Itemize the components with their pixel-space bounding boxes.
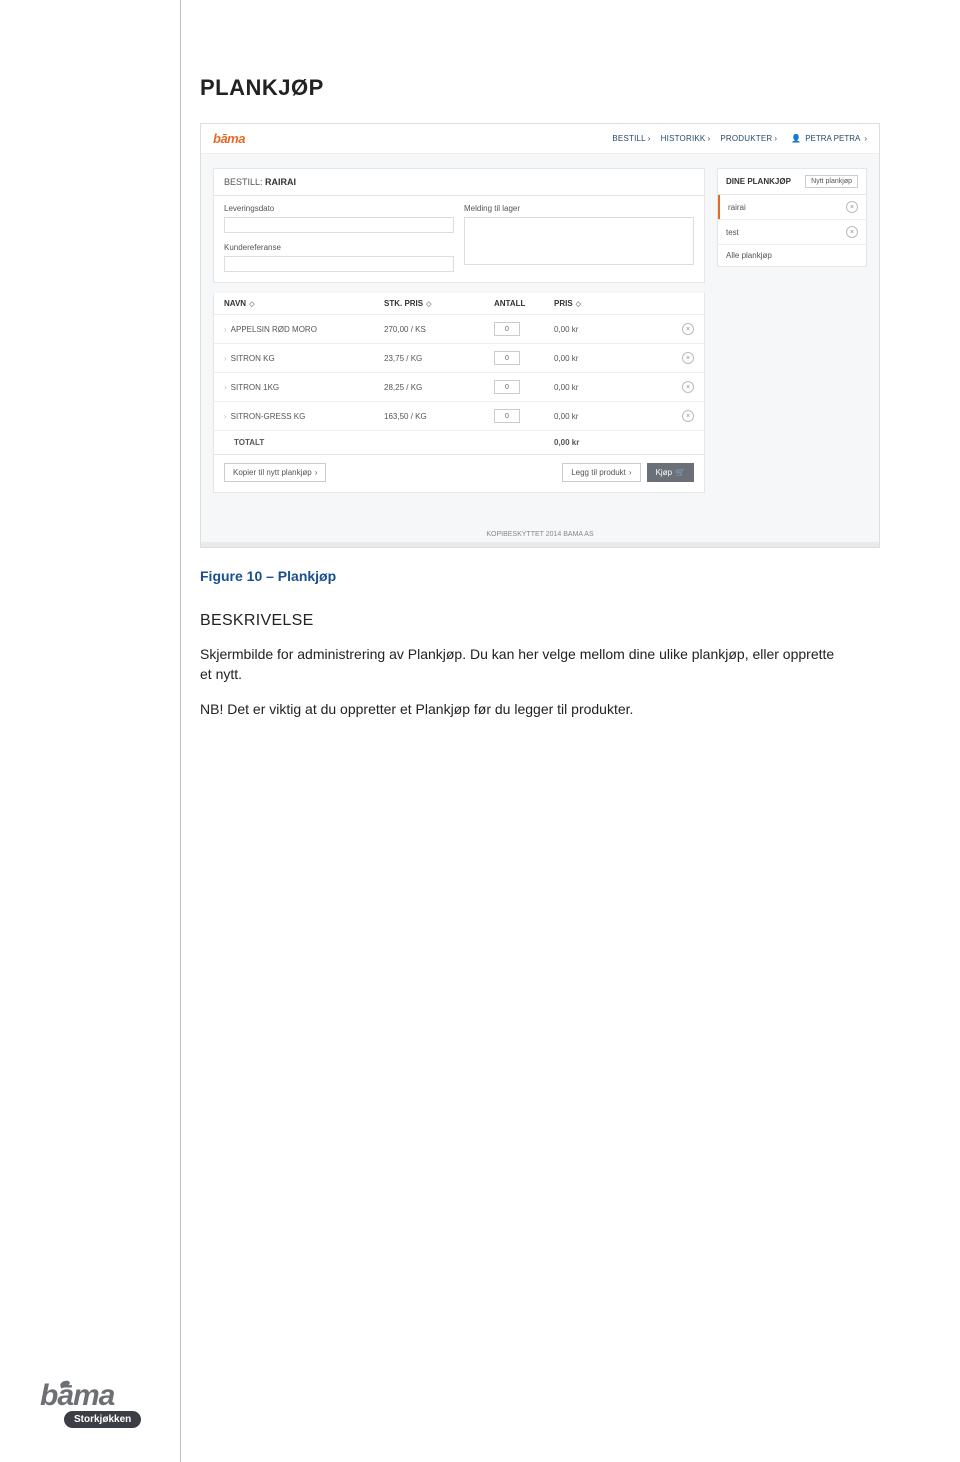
- sort-icon: ◇: [426, 300, 431, 308]
- kundereferanse-label: Kundereferanse: [224, 243, 454, 252]
- chevron-right-icon[interactable]: ›: [224, 354, 227, 363]
- footer-sub-brand: Storkjøkken: [64, 1411, 141, 1428]
- bama-logo: bāma: [213, 131, 245, 146]
- th-stkpris[interactable]: STK. PRIS: [384, 299, 423, 308]
- sort-icon: ◇: [576, 300, 581, 308]
- delete-plankjop-button[interactable]: ×: [846, 201, 858, 213]
- section-subheading: BESKRIVELSE: [200, 612, 900, 630]
- product-table: NAVN◇ STK. PRIS◇ ANTALL PRIS◇ ›APPELSIN …: [213, 293, 705, 455]
- table-row: ›SITRON KG 23,75 / KG 0 0,00 kr ×: [214, 343, 704, 372]
- plankjop-list-item[interactable]: Alle plankjøp: [718, 244, 866, 266]
- side-panel-title: DINE PLANKJØP: [726, 177, 791, 186]
- remove-row-button[interactable]: ×: [682, 381, 694, 393]
- user-menu[interactable]: 👤 PETRA PETRA ›: [791, 134, 867, 143]
- new-plankjop-button[interactable]: Nytt plankjøp: [805, 175, 858, 188]
- qty-input[interactable]: 0: [494, 409, 520, 423]
- chevron-right-icon: ›: [707, 134, 710, 143]
- footer-logo: bāma Storkjøkken: [40, 1379, 160, 1428]
- leveringsdato-input[interactable]: [224, 217, 454, 233]
- screenshot-topnav: bāma BESTILL› HISTORIKK› PRODUKTER› 👤 PE…: [201, 124, 879, 154]
- kundereferanse-input[interactable]: [224, 256, 454, 272]
- chevron-right-icon: ›: [648, 134, 651, 143]
- table-row: ›SITRON-GRESS KG 163,50 / KG 0 0,00 kr ×: [214, 401, 704, 430]
- chevron-right-icon: ›: [864, 134, 867, 143]
- nav-bestill[interactable]: BESTILL›: [612, 134, 650, 143]
- nav-historikk[interactable]: HISTORIKK›: [661, 134, 711, 143]
- copy-to-new-plankjop-button[interactable]: Kopier til nytt plankjøp›: [224, 463, 326, 482]
- table-row: ›APPELSIN RØD MORO 270,00 / KS 0 0,00 kr…: [214, 314, 704, 343]
- body-paragraph-2: NB! Det er viktig at du oppretter et Pla…: [200, 699, 840, 719]
- melding-textarea[interactable]: [464, 217, 694, 265]
- sort-icon: ◇: [249, 300, 254, 308]
- figure-caption: Figure 10 – Plankjøp: [200, 568, 900, 584]
- main-panel-title: BESTILL: RAIRAI: [213, 168, 705, 195]
- screenshot-bottom-bar: [201, 542, 879, 547]
- th-pris[interactable]: PRIS: [554, 299, 573, 308]
- buy-button[interactable]: Kjøp 🛒: [647, 463, 694, 482]
- screenshot-copyright: KOPIBESKYTTET 2014 BAMA AS: [201, 523, 879, 542]
- melding-label: Melding til lager: [464, 204, 694, 213]
- qty-input[interactable]: 0: [494, 380, 520, 394]
- footer-brand-text: bāma: [40, 1379, 160, 1413]
- user-name: PETRA PETRA: [805, 134, 860, 143]
- cart-icon: 🛒: [675, 468, 685, 477]
- qty-input[interactable]: 0: [494, 351, 520, 365]
- page-heading: PLANKJØP: [200, 75, 900, 101]
- chevron-right-icon: ›: [774, 134, 777, 143]
- plankjop-list: rairai × test × Alle plankjøp: [717, 194, 867, 267]
- th-antall: ANTALL: [494, 299, 525, 308]
- chevron-right-icon: ›: [629, 468, 632, 477]
- add-product-button[interactable]: Legg til produkt›: [562, 463, 640, 482]
- th-navn[interactable]: NAVN: [224, 299, 246, 308]
- screenshot-figure: bāma BESTILL› HISTORIKK› PRODUKTER› 👤 PE…: [200, 123, 880, 548]
- left-margin-rule: [180, 0, 181, 1462]
- user-icon: 👤: [791, 134, 801, 143]
- plankjop-list-item[interactable]: rairai ×: [718, 195, 866, 219]
- remove-row-button[interactable]: ×: [682, 323, 694, 335]
- remove-row-button[interactable]: ×: [682, 352, 694, 364]
- body-paragraph-1: Skjermbilde for administrering av Plankj…: [200, 644, 840, 685]
- nav-produkter[interactable]: PRODUKTER›: [720, 134, 777, 143]
- remove-row-button[interactable]: ×: [682, 410, 694, 422]
- qty-input[interactable]: 0: [494, 322, 520, 336]
- plankjop-list-item[interactable]: test ×: [718, 219, 866, 244]
- chevron-right-icon: ›: [315, 468, 318, 477]
- chevron-right-icon[interactable]: ›: [224, 325, 227, 334]
- leveringsdato-label: Leveringsdato: [224, 204, 454, 213]
- table-row: ›SITRON 1KG 28,25 / KG 0 0,00 kr ×: [214, 372, 704, 401]
- table-total-row: TOTALT 0,00 kr: [214, 430, 704, 454]
- chevron-right-icon[interactable]: ›: [224, 412, 227, 421]
- delete-plankjop-button[interactable]: ×: [846, 226, 858, 238]
- chevron-right-icon[interactable]: ›: [224, 383, 227, 392]
